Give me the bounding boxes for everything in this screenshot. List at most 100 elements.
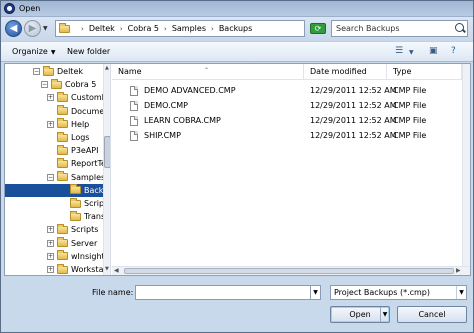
- folder-icon: [57, 144, 68, 155]
- file-row[interactable]: DEMO ADVANCED.CMP 12/29/2011 12:52 AM CMP …: [112, 84, 462, 98]
- view-options-icon[interactable]: ☰: [395, 46, 403, 56]
- search-input[interactable]: Search Backups: [331, 20, 468, 37]
- tree-item[interactable]: + wInsight: [5, 250, 105, 263]
- file-name-label: File name:: [92, 288, 134, 297]
- column-header-date[interactable]: Date modified: [304, 64, 387, 80]
- scroll-left-icon[interactable]: ◀: [114, 267, 119, 274]
- search-placeholder: Search Backups: [336, 24, 400, 33]
- open-options-dropdown-icon[interactable]: ▼: [380, 307, 389, 322]
- breadcrumb-cobra-5[interactable]: Cobra 5: [128, 24, 159, 33]
- help-icon[interactable]: ?: [451, 46, 456, 56]
- new-folder-button[interactable]: New folder: [67, 47, 110, 56]
- tree-item[interactable]: Scripts: [5, 197, 110, 210]
- expand-icon[interactable]: +: [47, 266, 54, 273]
- file-name: DEMO.CMP: [144, 101, 188, 110]
- folder-icon: [70, 210, 81, 221]
- tree-item[interactable]: + CustomHo: [5, 91, 110, 104]
- tree-item[interactable]: + Server: [5, 237, 103, 250]
- expand-icon[interactable]: +: [47, 239, 54, 247]
- file-type-select[interactable]: Project Backups (*.cmp) ▼: [330, 285, 467, 300]
- chevron-right-icon[interactable]: ›: [164, 25, 167, 33]
- tree-item[interactable]: P3eAPI: [5, 144, 103, 157]
- tree-item-label: P3eAPI: [71, 146, 99, 156]
- column-header-type[interactable]: Type: [387, 64, 462, 80]
- tree-item-label: Cobra 5: [65, 80, 97, 90]
- chevron-right-icon[interactable]: ›: [120, 25, 123, 33]
- tree-item[interactable]: Logs: [5, 131, 103, 144]
- breadcrumb-samples[interactable]: Samples: [172, 24, 206, 33]
- scroll-down-icon[interactable]: ▼: [105, 266, 109, 272]
- scrollbar-thumb[interactable]: [124, 268, 454, 274]
- expand-icon[interactable]: +: [47, 120, 54, 128]
- tree-item[interactable]: − Deltek: [5, 65, 103, 78]
- back-button[interactable]: ◀: [5, 20, 22, 37]
- file-list-horizontal-scrollbar[interactable]: ◀ ▶: [112, 266, 470, 275]
- breadcrumb-deltek[interactable]: Deltek: [89, 24, 115, 33]
- file-type: CMP File: [393, 131, 427, 140]
- tree-item[interactable]: Backups: [5, 183, 110, 197]
- preview-pane-icon[interactable]: ▣: [429, 46, 438, 56]
- scroll-up-icon[interactable]: ▲: [105, 65, 109, 71]
- cancel-button[interactable]: Cancel: [397, 306, 467, 323]
- organize-button[interactable]: Organize ▼: [12, 47, 55, 56]
- refresh-button[interactable]: ⟳: [310, 23, 326, 34]
- tree-item[interactable]: + Scripts: [5, 223, 103, 236]
- chevron-right-icon[interactable]: ›: [81, 25, 84, 33]
- navigation-bar: ◀ ▶ ▼ › Deltek › Cobra 5 › Samples › Bac…: [1, 17, 473, 41]
- forward-button[interactable]: ▶: [24, 20, 41, 37]
- folder-icon: [57, 263, 68, 274]
- folder-icon: [57, 237, 68, 248]
- file-type: CMP File: [393, 101, 427, 110]
- column-header-name[interactable]: Name ⌃: [112, 64, 304, 80]
- file-name-input[interactable]: [135, 285, 311, 300]
- chevron-down-icon[interactable]: ▼: [409, 49, 414, 56]
- search-icon[interactable]: [455, 23, 464, 32]
- collapse-icon[interactable]: −: [33, 68, 40, 75]
- folder-icon: [57, 223, 68, 234]
- tree-item[interactable]: − Samples: [5, 171, 105, 184]
- folder-icon: [43, 65, 54, 76]
- column-header-name-label: Name: [118, 67, 142, 76]
- folder-icon: [51, 78, 62, 89]
- file-name: LEARN COBRA.CMP: [144, 116, 221, 125]
- navigation-pane-scrollbar[interactable]: ▲ ▼: [103, 64, 110, 275]
- file-name: SHIP.CMP: [144, 131, 181, 140]
- open-button[interactable]: Open ▼: [330, 306, 390, 323]
- window-title: Open: [19, 4, 41, 13]
- file-date: 12/29/2011 12:52 AM: [310, 116, 397, 125]
- tree-item[interactable]: + Workstatio: [5, 263, 110, 275]
- expand-icon[interactable]: +: [47, 94, 54, 102]
- collapse-icon[interactable]: −: [47, 173, 54, 181]
- scrollbar-thumb[interactable]: [104, 136, 110, 168]
- recent-pages-dropdown-icon[interactable]: ▼: [43, 25, 48, 32]
- folder-icon: [57, 157, 68, 168]
- collapse-icon[interactable]: −: [41, 81, 48, 89]
- file-row[interactable]: SHIP.CMP 12/29/2011 12:52 AM CMP File: [112, 129, 462, 143]
- file-row[interactable]: LEARN COBRA.CMP 12/29/2011 12:52 AM CMP Fi…: [112, 114, 462, 128]
- tree-item[interactable]: Transact: [5, 210, 110, 223]
- file-row[interactable]: DEMO.CMP 12/29/2011 12:52 AM CMP File: [112, 99, 462, 113]
- file-icon: [130, 116, 138, 126]
- file-type-value: Project Backups (*.cmp): [334, 288, 431, 297]
- file-date: 12/29/2011 12:52 AM: [310, 131, 397, 140]
- tree-item[interactable]: − Cobra 5: [5, 78, 103, 91]
- file-list-vertical-scrollbar[interactable]: [462, 64, 470, 266]
- tree-item[interactable]: ReportTem: [5, 157, 110, 170]
- tree-item[interactable]: Documenta: [5, 105, 110, 118]
- folder-icon: [59, 22, 70, 33]
- folder-icon: [57, 171, 68, 182]
- file-name-dropdown-button[interactable]: ▼: [311, 285, 321, 300]
- expand-icon[interactable]: +: [47, 252, 54, 260]
- tree-item[interactable]: + Help: [5, 118, 103, 131]
- chevron-down-icon: ▼: [313, 289, 318, 296]
- scroll-right-icon[interactable]: ▶: [456, 267, 461, 274]
- tree-item-label: Server: [71, 238, 98, 248]
- folder-icon: [57, 105, 68, 116]
- file-icon: [130, 86, 138, 96]
- navigation-pane: − Deltek − Cobra 5+CustomHoDocumenta + Help Lo…: [5, 64, 111, 275]
- breadcrumb-backups[interactable]: Backups: [219, 24, 253, 33]
- address-bar[interactable]: › Deltek › Cobra 5 › Samples › Backups: [55, 20, 305, 37]
- file-date: 12/29/2011 12:52 AM: [310, 101, 397, 110]
- expand-icon[interactable]: +: [47, 226, 54, 234]
- chevron-right-icon[interactable]: ›: [211, 25, 214, 33]
